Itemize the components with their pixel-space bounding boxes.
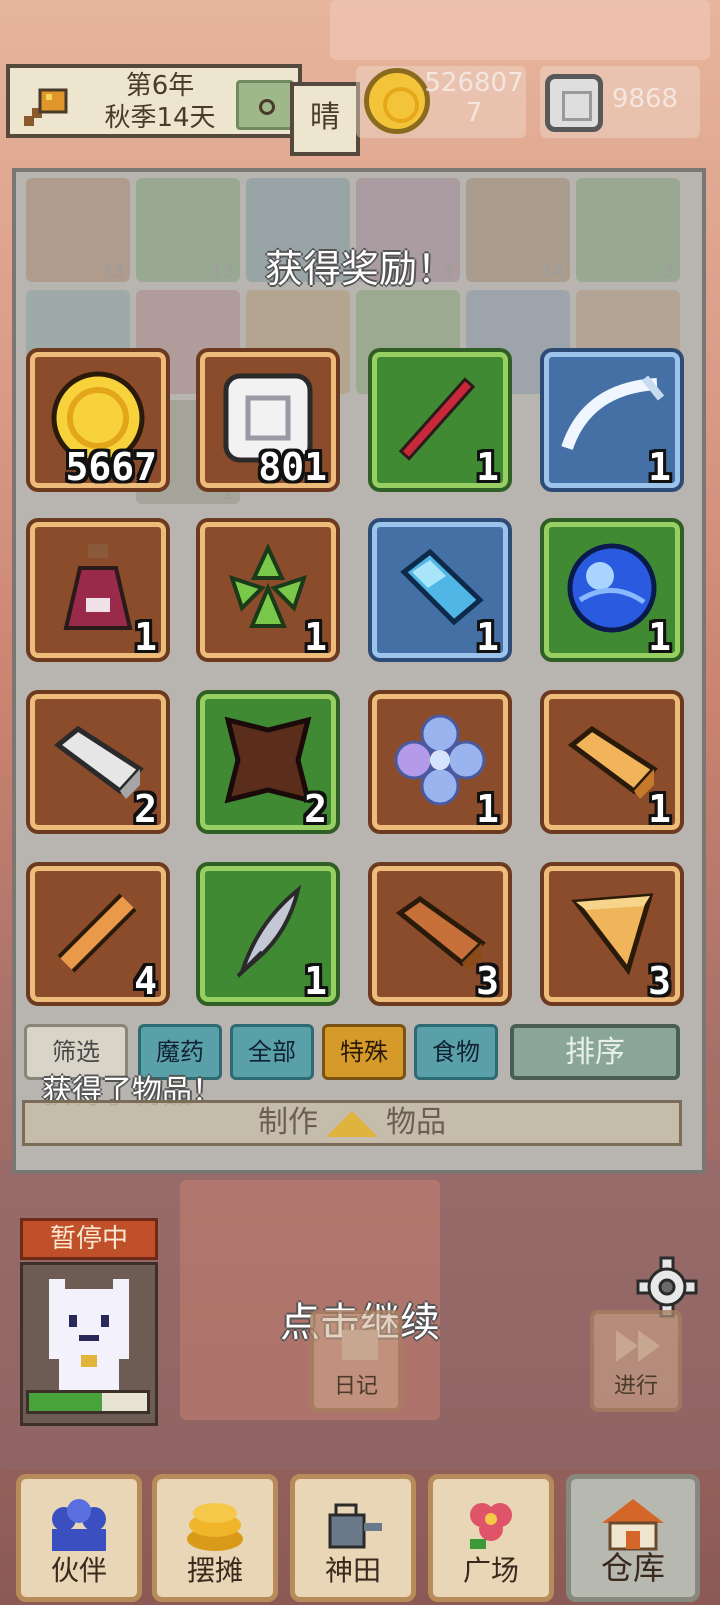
reward-quantity: 801 [258, 445, 327, 489]
craft-label: 制作 [258, 1105, 318, 1140]
reward-quantity: 1 [304, 615, 327, 659]
gold-ingot-icon [562, 715, 662, 809]
tab-special[interactable]: 特殊 [322, 1024, 406, 1080]
silver-ingot-icon [48, 715, 148, 809]
background-foliage [330, 0, 710, 60]
reward-quantity: 4 [134, 959, 157, 1003]
gear-icon[interactable] [636, 1256, 698, 1318]
reward-item-green-herb[interactable]: 1 [200, 522, 336, 659]
proceed-button[interactable]: 进行 [590, 1310, 682, 1412]
diary-icon [342, 1330, 378, 1360]
reward-quantity: 1 [476, 615, 499, 659]
items-label: 物品 [386, 1105, 446, 1140]
year-label: 第6年 [125, 71, 195, 101]
flower-icon [470, 1503, 512, 1549]
green-herb-icon [218, 538, 318, 642]
reward-quantity: 1 [476, 787, 499, 831]
reward-quantity: 1 [648, 445, 671, 489]
gold-amount: 526807 7 [424, 68, 524, 128]
reward-item-red-wand[interactable]: 1 [372, 352, 508, 489]
reward-title: 获得奖励！ [264, 247, 455, 291]
reward-item-gold-ingot[interactable]: 1 [544, 694, 680, 831]
leather-hide-icon [218, 710, 318, 814]
wood-log-icon [48, 882, 148, 986]
wood-plank-icon [390, 887, 490, 981]
season-day-label: 秋季14天 [104, 103, 216, 133]
reward-item-silver-coin[interactable]: 801 [200, 352, 336, 489]
energy-bar [26, 1390, 150, 1414]
reward-item-wood-log[interactable]: 4 [30, 866, 166, 1003]
reward-quantity: 2 [134, 787, 157, 831]
diary-label: 日记 [333, 1374, 378, 1399]
reward-item-gold-coin[interactable]: 5667 [30, 352, 166, 489]
partner-icon [52, 1499, 106, 1551]
potion-bottle-icon [58, 538, 138, 642]
reward-item-white-sickle[interactable]: 1 [544, 352, 680, 489]
craft-toggle-bar[interactable]: 制作 物品 [22, 1100, 682, 1146]
reward-quantity: 5667 [65, 445, 157, 489]
nav-plaza[interactable]: 广场 [428, 1474, 554, 1602]
blue-orb-icon [564, 540, 660, 640]
blue-crystal-icon [390, 538, 490, 642]
reward-item-blue-crystal[interactable]: 1 [372, 522, 508, 659]
reward-quantity: 3 [648, 959, 671, 1003]
reward-quantity: 1 [648, 615, 671, 659]
feather-icon [218, 882, 318, 986]
watering-can-icon [328, 1503, 382, 1549]
silver-amount: 9868 [611, 84, 679, 114]
calendar-button[interactable] [236, 80, 294, 130]
reward-item-wood-plank[interactable]: 3 [372, 866, 508, 1003]
energy-fill [29, 1393, 103, 1411]
paused-badge: 暂停中 [20, 1218, 158, 1260]
reward-quantity: 1 [476, 445, 499, 489]
gold-coin-icon [364, 68, 430, 134]
reward-quantity: 1 [304, 959, 327, 1003]
reward-item-feather[interactable]: 1 [200, 866, 336, 1003]
cheese-wedge-icon [562, 882, 662, 986]
reward-item-leather-hide[interactable]: 2 [200, 694, 336, 831]
sort-button[interactable]: 排序 [510, 1024, 680, 1080]
nav-partner[interactable]: 伙伴 [16, 1474, 142, 1602]
nav-warehouse[interactable]: 仓库 [566, 1474, 700, 1602]
nav-stall-label: 摆摊 [186, 1554, 243, 1587]
blue-flower-icon [390, 710, 490, 814]
stall-coins-icon [187, 1503, 243, 1551]
nav-farm-label: 神田 [324, 1554, 381, 1587]
date-panel: 第6年 秋季14天 [6, 64, 302, 138]
tab-food[interactable]: 食物 [414, 1024, 498, 1080]
nav-warehouse-label: 仓库 [600, 1549, 665, 1587]
reward-quantity: 1 [648, 787, 671, 831]
reward-quantity: 2 [304, 787, 327, 831]
weather-label: 晴 [290, 82, 360, 156]
gold-amount-line1: 526807 [424, 68, 524, 98]
tab-all[interactable]: 全部 [230, 1024, 314, 1080]
nav-partner-label: 伙伴 [50, 1554, 107, 1587]
nav-plaza-label: 广场 [462, 1554, 519, 1587]
triangle-up-icon [326, 1110, 378, 1137]
silver-coin-icon [545, 74, 603, 132]
diary-button[interactable]: 日记 [310, 1310, 402, 1412]
proceed-label: 进行 [613, 1374, 658, 1399]
red-wand-icon [390, 368, 490, 472]
reward-item-silver-ingot[interactable]: 2 [30, 694, 166, 831]
reward-item-cheese-wedge[interactable]: 3 [544, 866, 680, 1003]
reward-quantity: 3 [476, 959, 499, 1003]
torch-icon [24, 88, 68, 126]
reward-item-blue-flower[interactable]: 1 [372, 694, 508, 831]
nav-stall[interactable]: 摆摊 [152, 1474, 278, 1602]
gold-amount-line2: 7 [465, 98, 483, 128]
reward-quantity: 1 [134, 615, 157, 659]
reward-item-blue-orb[interactable]: 1 [544, 522, 680, 659]
reward-item-potion-bottle[interactable]: 1 [30, 522, 166, 659]
fast-forward-icon [616, 1330, 660, 1362]
nav-farm[interactable]: 神田 [290, 1474, 416, 1602]
